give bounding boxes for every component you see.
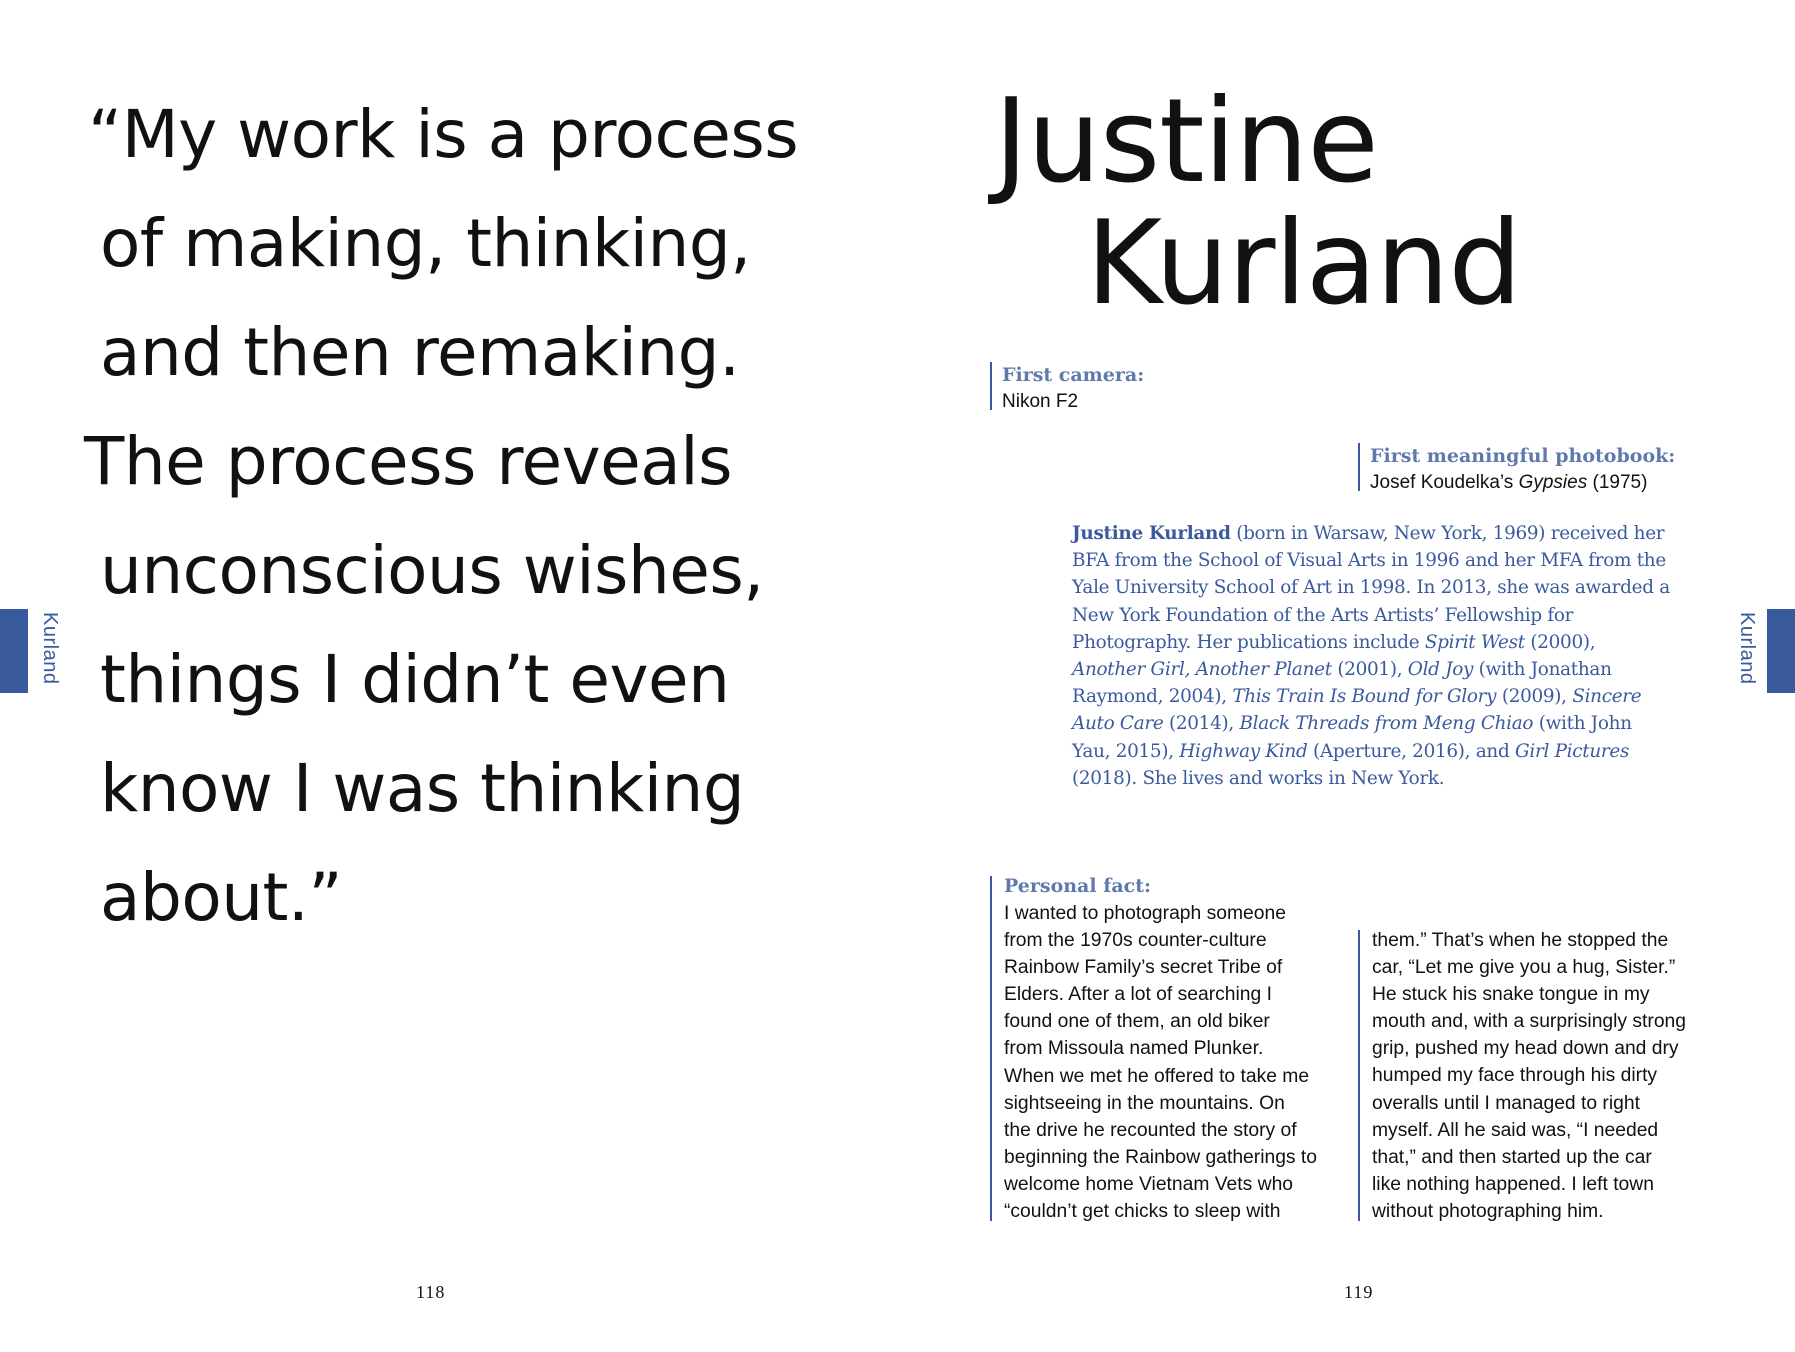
personal-fact-line: car, “Let me give you a hug, Sister.”	[1372, 957, 1676, 979]
bio-name: Justine Kurland	[1072, 523, 1231, 544]
personal-fact-line: Rainbow Family’s secret Tribe of	[1004, 957, 1283, 979]
personal-fact-text-2: them.” That’s when he stopped the car, “L…	[1372, 927, 1686, 1225]
bio-text: (2000),	[1524, 631, 1596, 653]
personal-fact-line: them.” That’s when he stopped the	[1372, 930, 1669, 951]
artist-first-name: Justine	[994, 74, 1379, 209]
left-page-number: 118	[416, 1282, 446, 1302]
personal-fact-line: “couldn’t get chicks to sleep with	[1004, 1201, 1281, 1223]
bio-text: (2009),	[1496, 686, 1573, 708]
bio-title: Another Girl, Another Planet	[1072, 659, 1332, 681]
personal-fact-line: like nothing happened. I left town	[1372, 1173, 1654, 1195]
personal-fact-line: beginning the Rainbow gatherings to	[1004, 1146, 1318, 1168]
first-camera-fact: First camera: Nikon F2	[990, 362, 1145, 412]
left-section-tab	[0, 609, 28, 693]
bio-text: (2014),	[1163, 713, 1240, 735]
personal-fact-line: mouth and, with a surprisingly strong	[1372, 1011, 1687, 1033]
personal-fact-line: sightseeing in the mountains. On	[1004, 1092, 1285, 1114]
personal-fact-line: Elders. After a lot of searching I	[1004, 984, 1272, 1006]
personal-fact-line: myself. All he said was, “I needed	[1372, 1119, 1659, 1141]
photobook-year: (1975)	[1587, 472, 1648, 493]
personal-fact-line: grip, pushed my head down and dry	[1372, 1038, 1679, 1060]
bio-title: Black Threads from Meng Chiao	[1239, 713, 1534, 735]
quote-line: The process reveals	[84, 423, 732, 500]
personal-fact-line: overalls until I managed to right	[1372, 1092, 1640, 1114]
quote-line: “My work is a process	[88, 96, 799, 173]
personal-fact-line: found one of them, an old biker	[1004, 1011, 1270, 1033]
personal-fact-line: I wanted to photograph someone	[1004, 903, 1286, 924]
bio-text: (Aperture, 2016), and	[1307, 740, 1515, 762]
personal-fact-line: welcome home Vietnam Vets who	[1004, 1173, 1294, 1195]
photobook-title: Gypsies	[1518, 472, 1588, 493]
bio-title: Spirit West	[1424, 631, 1525, 653]
bio-text: (2018). She lives and works in New York.	[1072, 767, 1445, 789]
right-section-tab	[1767, 609, 1795, 693]
personal-fact-rule-2	[1358, 930, 1360, 1221]
personal-fact-line: When we met he offered to take me	[1004, 1065, 1310, 1087]
personal-fact-line: the drive he recounted the story of	[1004, 1119, 1297, 1141]
bio-title: Girl Pictures	[1514, 740, 1630, 762]
bio-title: Old Joy	[1407, 659, 1474, 681]
bio-title: This Train Is Bound for Glory	[1232, 686, 1497, 708]
personal-fact-line: without photographing him.	[1372, 1200, 1604, 1222]
first-camera-label: First camera:	[1002, 364, 1145, 386]
personal-fact-column-1: Personal fact: I wanted to photograph so…	[1004, 873, 1317, 1225]
photobook-author: Josef Koudelka’s	[1370, 472, 1519, 493]
left-side-label: Kurland	[39, 612, 61, 685]
personal-fact-label: Personal fact:	[1004, 875, 1152, 897]
bio-text: (2001),	[1331, 659, 1408, 681]
personal-fact-line: He stuck his snake tongue in my	[1372, 984, 1650, 1006]
right-side-label: Kurland	[1736, 612, 1758, 685]
first-photobook-label: First meaningful photobook:	[1370, 445, 1676, 467]
personal-fact-line: humped my face through his dirty	[1372, 1065, 1658, 1087]
personal-fact-rule-1	[990, 876, 992, 1221]
artist-last-name: Kurland	[1086, 196, 1522, 331]
personal-fact-line: from the 1970s counter-culture	[1004, 930, 1267, 952]
quote-line: know I was thinking	[100, 750, 745, 827]
personal-fact-line: from Missoula named Plunker.	[1004, 1038, 1264, 1060]
bio-title: Highway Kind	[1179, 740, 1308, 762]
personal-fact-text-1: I wanted to photograph someone from the 1…	[1004, 900, 1317, 1225]
first-camera-value: Nikon F2	[1002, 391, 1079, 412]
quote-line: unconscious wishes,	[100, 532, 764, 609]
first-photobook-fact: First meaningful photobook: Josef Koudel…	[1358, 443, 1676, 493]
quote-line: things I didn’t even	[100, 641, 730, 718]
right-page-number: 119	[1344, 1282, 1374, 1302]
pull-quote: “My work is a process of making, thinkin…	[84, 80, 799, 952]
first-photobook-value: Josef Koudelka’s Gypsies (1975)	[1370, 470, 1675, 496]
quote-line: about.”	[100, 859, 343, 936]
artist-bio: Justine Kurland (born in Warsaw, New Yor…	[1072, 520, 1672, 792]
quote-line: of making, thinking,	[100, 205, 751, 282]
personal-fact-line: that,” and then started up the car	[1372, 1146, 1652, 1168]
quote-line: and then remaking.	[100, 314, 740, 391]
